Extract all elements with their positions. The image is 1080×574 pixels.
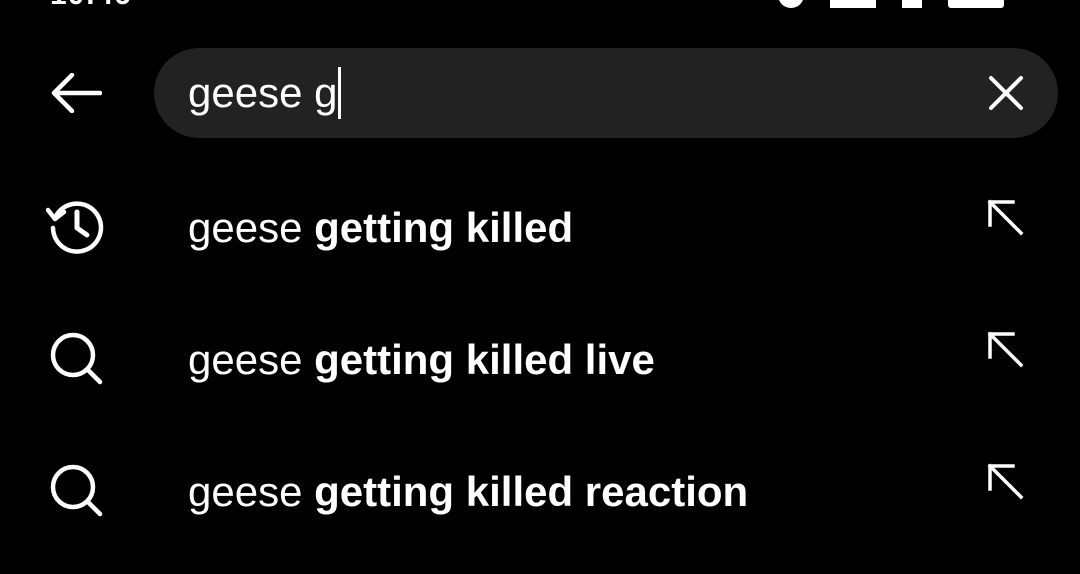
search-icon bbox=[46, 460, 108, 522]
suggestion-completion-part: getting killed bbox=[314, 204, 574, 251]
suggestion-text: geese getting killed live bbox=[188, 294, 655, 426]
fill-query-button[interactable] bbox=[980, 324, 1030, 374]
suggestion-typed-part: geese bbox=[188, 204, 315, 251]
fill-query-button[interactable] bbox=[980, 456, 1030, 506]
text-caret bbox=[338, 66, 342, 119]
suggestion-text: geese getting killed reaction bbox=[188, 426, 748, 558]
wifi-icon bbox=[902, 0, 922, 8]
search-input[interactable]: geese g bbox=[154, 48, 1058, 138]
search-query: geese g bbox=[188, 69, 338, 116]
search-icon bbox=[46, 328, 108, 390]
battery-icon bbox=[948, 0, 1004, 8]
search-input-text[interactable]: geese g bbox=[188, 48, 342, 138]
notification-dot-icon bbox=[778, 0, 804, 8]
suggestion-item-history[interactable]: geese getting killed bbox=[0, 162, 1080, 294]
back-button[interactable] bbox=[36, 60, 116, 126]
suggestion-item-search[interactable]: geese getting killed reaction bbox=[0, 426, 1080, 558]
history-icon bbox=[46, 196, 108, 258]
clear-search-button[interactable] bbox=[976, 63, 1036, 123]
close-icon bbox=[987, 74, 1025, 112]
suggestion-typed-part: geese bbox=[188, 336, 315, 383]
suggestion-completion-part: getting killed live bbox=[314, 336, 655, 383]
search-header: geese g bbox=[0, 48, 1080, 138]
fill-query-button[interactable] bbox=[980, 192, 1030, 242]
arrow-up-left-icon bbox=[985, 197, 1025, 237]
status-time: 10:46 bbox=[50, 0, 132, 12]
arrow-up-left-icon bbox=[985, 329, 1025, 369]
suggestion-list: geese getting killed geese getting kille… bbox=[0, 162, 1080, 558]
arrow-up-left-icon bbox=[985, 461, 1025, 501]
suggestion-completion-part: getting killed reaction bbox=[314, 468, 749, 515]
suggestion-typed-part: geese bbox=[188, 468, 315, 515]
status-bar: 10:46 bbox=[0, 0, 1080, 11]
status-icons bbox=[778, 0, 1004, 8]
back-arrow-icon bbox=[50, 73, 102, 113]
suggestion-item-search[interactable]: geese getting killed live bbox=[0, 294, 1080, 426]
signal-icon bbox=[830, 0, 876, 8]
suggestion-text: geese getting killed bbox=[188, 162, 573, 294]
